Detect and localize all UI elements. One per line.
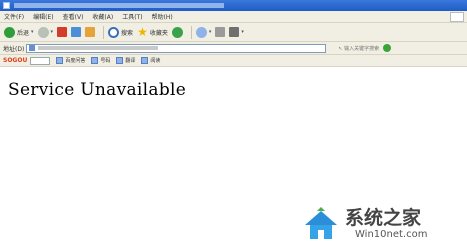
title-bar [0, 0, 467, 11]
menu-bar: 文件(F) 编辑(E) 查看(V) 收藏(A) 工具(T) 帮助(H) [0, 11, 467, 23]
sogou-toolbar: SOGOU 百度问答 号码 翻译 阅读 [0, 55, 467, 67]
search-button[interactable]: 搜索 [108, 26, 134, 38]
house-logo-icon [305, 207, 337, 239]
edit-icon [229, 27, 240, 37]
mail-icon [195, 26, 207, 38]
link-read[interactable]: 阅读 [141, 57, 160, 64]
home-button[interactable] [85, 27, 96, 37]
back-label: 后退 [17, 29, 30, 37]
refresh-icon [71, 27, 82, 37]
link-read-label: 阅读 [150, 58, 161, 64]
site-watermark: 系统之家 Win10net.com [297, 199, 465, 249]
address-bar: 地址(D) ↖ 输入关键字搜索 [0, 42, 467, 55]
link-translate[interactable]: 翻译 [116, 57, 135, 64]
error-message: Service Unavailable [8, 80, 187, 100]
chevron-down-icon: ▾ [31, 29, 34, 35]
read-icon [141, 57, 149, 64]
link-qa-label: 百度问答 [65, 58, 86, 64]
page-icon [29, 45, 36, 51]
home-icon [85, 27, 96, 37]
print-button[interactable] [215, 27, 226, 37]
favorites-button[interactable]: ★ 收藏夹 [137, 24, 168, 39]
window-title-redacted [14, 3, 224, 8]
back-button[interactable]: 后退 ▾ [4, 26, 34, 38]
stop-button[interactable] [57, 27, 68, 37]
star-icon: ★ [137, 24, 148, 39]
link-translate-label: 翻译 [125, 58, 136, 64]
address-label: 地址(D) [3, 45, 25, 53]
sogou-logo: SOGOU [3, 57, 28, 64]
ie-page-icon [3, 2, 10, 9]
translate-icon [116, 57, 124, 64]
chevron-down-icon: ▾ [208, 29, 212, 35]
history-icon [171, 26, 183, 38]
link-qa[interactable]: 百度问答 [56, 57, 85, 64]
address-search-hint: ↖ 输入关键字搜索 [338, 45, 380, 52]
printer-icon [215, 27, 226, 37]
chevron-down-icon: ▾ [50, 29, 54, 35]
menu-view[interactable]: 查看(V) [63, 12, 84, 21]
menu-help[interactable]: 帮助(H) [152, 12, 173, 21]
watermark-url: Win10net.com [355, 229, 428, 240]
mail-button[interactable]: ▾ [195, 26, 212, 38]
menu-edit[interactable]: 编辑(E) [33, 12, 53, 21]
stop-icon [57, 27, 68, 37]
menu-favorites[interactable]: 收藏(A) [92, 12, 113, 21]
watermark-brand: 系统之家 [345, 207, 422, 229]
sogou-search-input[interactable] [30, 56, 51, 65]
search-icon [108, 26, 120, 38]
forward-arrow-icon [37, 26, 49, 38]
chevron-down-icon: ▾ [241, 29, 244, 35]
menu-file[interactable]: 文件(F) [4, 12, 24, 21]
forward-button[interactable]: ▾ [37, 26, 54, 38]
address-input[interactable] [26, 43, 327, 53]
favorites-label: 收藏夹 [149, 29, 168, 37]
link-number-label: 号码 [100, 58, 111, 64]
refresh-button[interactable] [71, 27, 82, 37]
go-button[interactable] [383, 44, 392, 52]
qa-icon [56, 57, 64, 64]
number-icon [91, 57, 99, 64]
windows-logo-icon [450, 12, 464, 22]
address-url-redacted [38, 46, 159, 50]
history-button[interactable] [171, 26, 183, 38]
search-label: 搜索 [121, 29, 134, 37]
edit-button[interactable]: ▾ [229, 27, 244, 37]
toolbar-divider [103, 25, 105, 39]
standard-toolbar: 后退 ▾ ▾ 搜索 ★ 收藏夹 ▾ ▾ [0, 23, 467, 42]
menu-tools[interactable]: 工具(T) [122, 12, 142, 21]
link-number[interactable]: 号码 [91, 57, 110, 64]
back-arrow-icon [4, 26, 15, 38]
toolbar-divider [190, 25, 192, 39]
